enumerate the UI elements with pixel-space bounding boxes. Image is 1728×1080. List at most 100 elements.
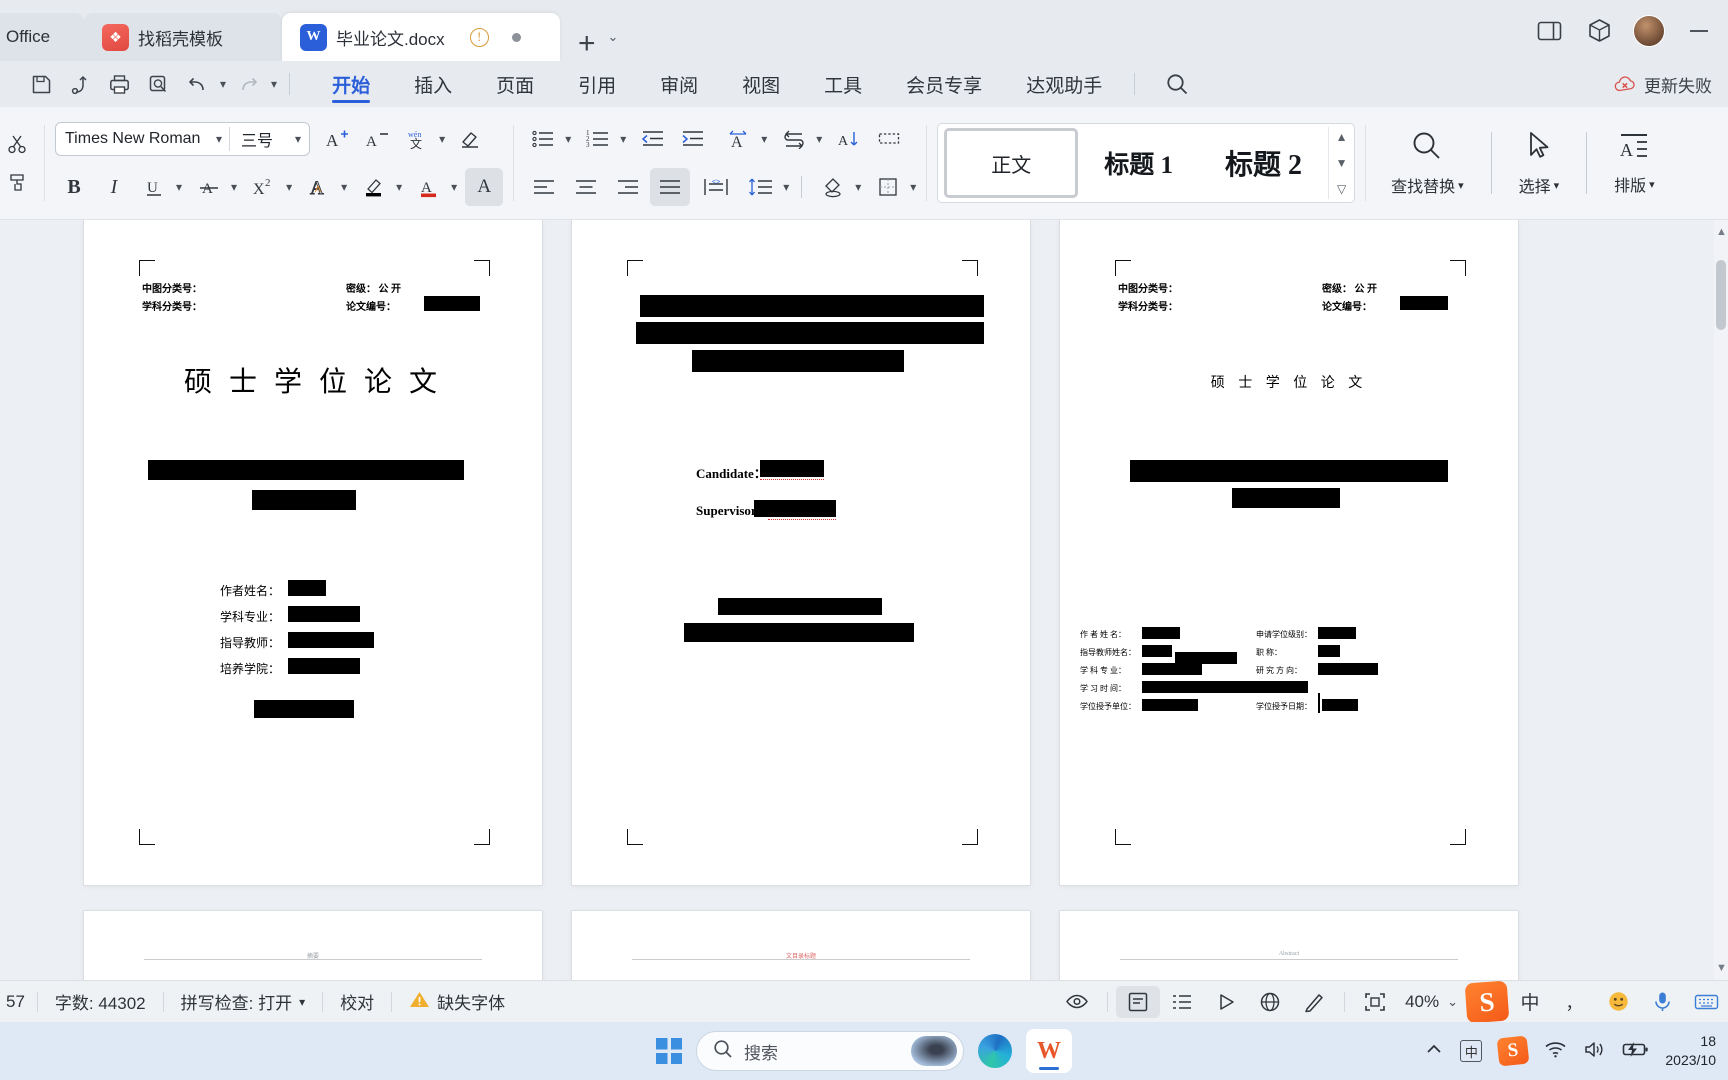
shading-caret-icon[interactable]: ▾ — [855, 180, 861, 194]
numbered-list-caret-icon[interactable]: ▾ — [620, 132, 626, 146]
asian-layout-caret-icon[interactable]: ▾ — [761, 132, 767, 146]
character-shading-icon[interactable]: A — [465, 168, 504, 206]
document-page-5-partial[interactable]: 文目录标题 — [572, 911, 1030, 980]
line-spacing-caret-icon[interactable]: ▾ — [783, 180, 789, 194]
style-heading-1[interactable]: 标题 1 — [1078, 128, 1199, 198]
redo-icon[interactable] — [231, 68, 265, 100]
line-direction-caret-icon[interactable]: ▾ — [816, 132, 822, 146]
voice-icon[interactable] — [1640, 986, 1684, 1018]
grow-font-icon[interactable]: A — [318, 120, 356, 158]
tab-office[interactable]: Office — [0, 13, 84, 61]
menu-tab-page[interactable]: 页面 — [474, 62, 556, 106]
word-count[interactable]: 字数: 44302 — [38, 989, 163, 1014]
line-direction-icon[interactable] — [775, 120, 813, 158]
undo-icon[interactable] — [180, 68, 214, 100]
text-effects-caret-icon[interactable]: ▾ — [341, 180, 347, 194]
highlight-caret-icon[interactable]: ▾ — [396, 180, 402, 194]
menu-tab-tools[interactable]: 工具 — [802, 62, 884, 106]
underline-icon[interactable]: U — [135, 168, 173, 206]
save-icon[interactable] — [24, 68, 58, 100]
style-scrollbar[interactable]: ▲ ▼ ▽ — [1328, 127, 1354, 199]
text-effects-icon[interactable]: AA — [300, 168, 338, 206]
strikethrough-icon[interactable]: A — [190, 168, 228, 206]
print-preview-icon[interactable] — [141, 68, 175, 100]
sort-icon[interactable]: A — [830, 120, 868, 158]
taskbar-search[interactable]: 搜索 — [696, 1031, 964, 1071]
document-warning-icon[interactable]: ! — [469, 27, 489, 47]
chevron-up-icon[interactable] — [1424, 1042, 1444, 1060]
font-size-caret-icon[interactable]: ▾ — [293, 132, 309, 146]
justify-icon[interactable] — [650, 168, 691, 206]
asian-layout-icon[interactable]: A — [720, 120, 758, 158]
page-view-icon[interactable] — [1116, 985, 1161, 1018]
search-icon[interactable] — [1165, 72, 1190, 97]
bold-icon[interactable]: B — [55, 168, 93, 206]
bullet-list-caret-icon[interactable]: ▾ — [565, 132, 571, 146]
tab-docer-template[interactable]: ❖ 找稻壳模板 — [84, 13, 282, 61]
typeset-caret-icon[interactable]: ▾ — [1649, 178, 1655, 191]
style-scroll-up-icon[interactable]: ▲ — [1336, 130, 1348, 144]
pen-icon[interactable] — [1292, 986, 1336, 1018]
document-page-1[interactable]: 中图分类号： 学科分类号： 密级： 公 开 论文编号： 硕 士 学 位 论 文 … — [84, 220, 542, 885]
wifi-icon[interactable] — [1544, 1040, 1567, 1063]
align-left-icon[interactable] — [524, 168, 564, 206]
borders-icon[interactable] — [869, 168, 907, 206]
eye-icon[interactable] — [1055, 986, 1099, 1018]
menu-tab-member[interactable]: 会员专享 — [884, 62, 1004, 106]
zoom-caret-icon[interactable]: ⌄ — [1447, 994, 1466, 1010]
ime-cn-icon[interactable]: 中 — [1460, 1040, 1483, 1062]
web-view-icon[interactable] — [1248, 986, 1292, 1018]
cut-icon[interactable] — [0, 125, 36, 163]
highlight-icon[interactable] — [355, 168, 393, 206]
proofread-button[interactable]: 校对 — [323, 989, 391, 1014]
taskbar-clock[interactable]: 18 2023/10 — [1665, 1032, 1716, 1070]
bullet-list-icon[interactable] — [524, 120, 562, 158]
save-as-icon[interactable] — [63, 68, 97, 100]
style-normal[interactable]: 正文 — [944, 128, 1079, 198]
document-page-4-partial[interactable]: 摘要 — [84, 911, 542, 980]
keyboard-icon[interactable] — [1684, 986, 1728, 1018]
font-color-caret-icon[interactable]: ▾ — [451, 180, 457, 194]
scroll-down-icon[interactable]: ▼ — [1716, 962, 1727, 974]
sidebar-panel-icon[interactable] — [1526, 8, 1572, 54]
avatar[interactable] — [1626, 8, 1672, 54]
fullscreen-icon[interactable] — [1353, 986, 1397, 1018]
spellcheck-caret-icon[interactable]: ▾ — [299, 995, 305, 1009]
line-spacing-icon[interactable] — [742, 168, 780, 206]
tab-document[interactable]: W 毕业论文.docx ! — [282, 13, 560, 61]
font-name-input[interactable]: Times New Roman — [56, 130, 208, 148]
font-name-caret-icon[interactable]: ▾ — [209, 132, 229, 146]
select-caret-icon[interactable]: ▾ — [1554, 179, 1560, 192]
undo-caret-icon[interactable]: ▾ — [220, 77, 226, 91]
document-page-2[interactable]: Candidate： Supervisor: — [572, 220, 1030, 885]
menu-tab-view[interactable]: 视图 — [720, 62, 802, 106]
decrease-indent-icon[interactable] — [634, 120, 672, 158]
zoom-level[interactable]: 40% — [1397, 992, 1447, 1012]
volume-icon[interactable] — [1583, 1040, 1606, 1063]
cube-icon[interactable] — [1576, 8, 1622, 54]
page-indicator[interactable]: 57 — [0, 992, 25, 1012]
borders-caret-icon[interactable]: ▾ — [910, 180, 916, 194]
update-status[interactable]: 更新失败 — [1614, 72, 1728, 97]
punctuation-icon[interactable]: ， — [1552, 986, 1596, 1018]
underline-caret-icon[interactable]: ▾ — [176, 180, 182, 194]
italic-icon[interactable]: I — [95, 168, 133, 206]
missing-font-warning[interactable]: 缺失字体 — [392, 989, 522, 1014]
menu-tab-review[interactable]: 审阅 — [638, 62, 720, 106]
spellcheck-status[interactable]: 拼写检查: 打开 ▾ — [164, 989, 322, 1014]
menu-tab-daguan[interactable]: 达观助手 — [1004, 62, 1124, 106]
font-size-input[interactable]: 三号 — [230, 127, 292, 151]
find-replace-caret-icon[interactable]: ▾ — [1458, 179, 1464, 192]
pinyin-guide-icon[interactable]: wén 文 — [398, 120, 436, 158]
sogou-icon[interactable]: S — [1464, 980, 1510, 1023]
clear-format-icon[interactable] — [451, 120, 489, 158]
superscript-caret-icon[interactable]: ▾ — [286, 180, 292, 194]
outline-view-icon[interactable] — [1160, 986, 1204, 1018]
menu-tab-reference[interactable]: 引用 — [556, 62, 638, 106]
format-painter-icon[interactable] — [0, 163, 36, 201]
style-more-icon[interactable]: ▽ — [1337, 182, 1346, 196]
shading-icon[interactable] — [814, 168, 852, 206]
style-scroll-down-icon[interactable]: ▼ — [1336, 156, 1348, 170]
document-page-3[interactable]: 中图分类号： 学科分类号： 密级： 公 开 论文编号： 硕 士 学 位 论 文 … — [1060, 220, 1518, 885]
print-icon[interactable] — [102, 68, 136, 100]
